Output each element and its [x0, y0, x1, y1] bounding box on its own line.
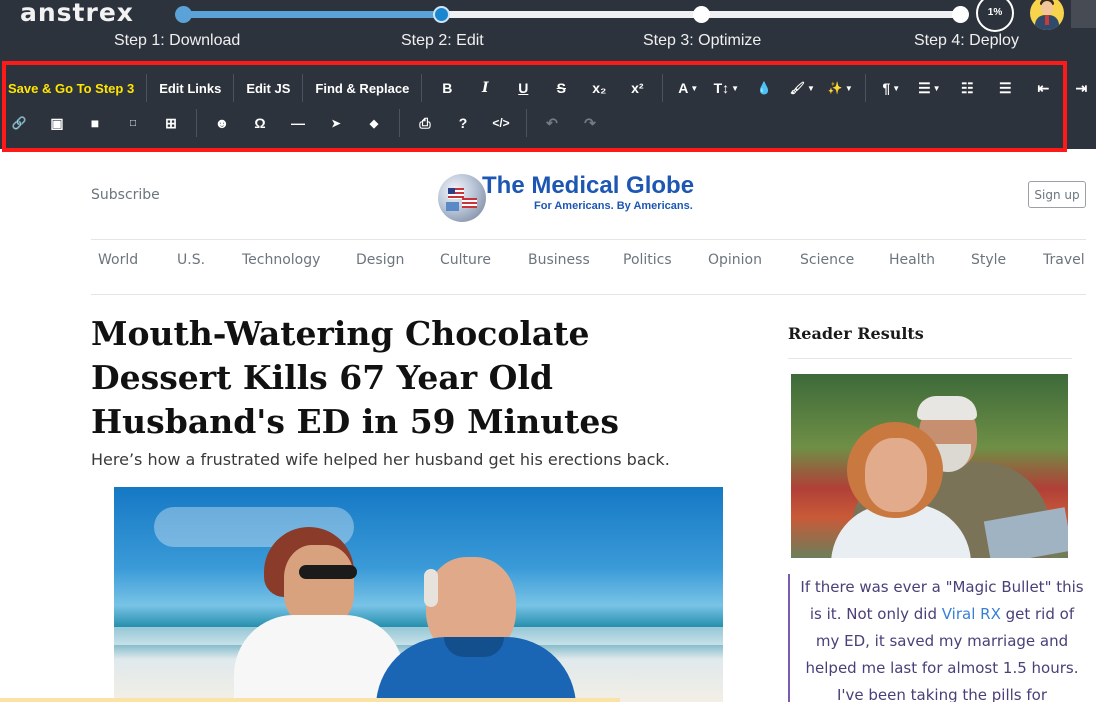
- step-progress-bar: anstrex Step 1: Download Step 2: Edit St…: [0, 0, 1096, 56]
- special-characters-icon[interactable]: Ω: [241, 108, 279, 138]
- site-logo[interactable]: The Medical Globe For Americans. By Amer…: [436, 172, 746, 224]
- step-2-label[interactable]: Step 2: Edit: [401, 32, 484, 50]
- article-headline: Mouth-Watering Chocolate Dessert Kills 6…: [91, 314, 619, 441]
- find-replace-button[interactable]: Find & Replace: [309, 73, 415, 103]
- superscript-icon[interactable]: x²: [618, 73, 656, 103]
- progress-percent-badge: 1%: [976, 0, 1014, 32]
- nav-item-us[interactable]: U.S.: [177, 252, 205, 268]
- paragraph-format-icon[interactable]: ¶ ▼: [872, 73, 910, 103]
- nav-item-science[interactable]: Science: [800, 252, 854, 268]
- toolbar-divider: [146, 74, 148, 102]
- save-and-continue-button[interactable]: Save & Go To Step 3: [0, 73, 140, 103]
- ordered-list-icon[interactable]: ☷: [948, 73, 986, 103]
- insert-video-icon[interactable]: ■: [76, 108, 114, 138]
- testimonial-quote: If there was ever a "Magic Bullet" this …: [788, 574, 1084, 702]
- insert-table-icon[interactable]: ⊞: [152, 108, 190, 138]
- nav-item-business[interactable]: Business: [528, 252, 590, 268]
- nav-item-technology[interactable]: Technology: [242, 252, 320, 268]
- logo-tagline: For Americans. By Americans.: [534, 200, 693, 212]
- step-1-dot[interactable]: [175, 6, 192, 23]
- toolbar-divider: [302, 74, 304, 102]
- sidebar-divider: [788, 358, 1072, 359]
- page-preview: Subscribe The Medical Globe For American…: [0, 152, 1096, 702]
- toolbar-row-1: Save & Go To Step 3 Edit Links Edit JS F…: [0, 72, 1096, 104]
- print-icon[interactable]: ⎙: [406, 108, 444, 138]
- subscript-icon[interactable]: x₂: [580, 73, 618, 103]
- background-color-icon[interactable]: 🖌 ▼: [783, 73, 821, 103]
- edit-links-button[interactable]: Edit Links: [153, 73, 227, 103]
- product-link[interactable]: Viral RX: [942, 605, 1001, 623]
- toolbar-divider: [662, 74, 664, 102]
- brand-logo: anstrex: [20, 0, 134, 27]
- insert-image-icon[interactable]: ▣: [38, 108, 76, 138]
- nav-item-world[interactable]: World: [98, 252, 138, 268]
- nav-item-style[interactable]: Style: [971, 252, 1006, 268]
- notification-strip: [0, 698, 620, 702]
- sign-up-button[interactable]: Sign up: [1028, 181, 1086, 208]
- nav-item-politics[interactable]: Politics: [623, 252, 672, 268]
- subscribe-link[interactable]: Subscribe: [91, 187, 160, 203]
- reader-results-photo: [791, 374, 1068, 558]
- toolbar-divider: [865, 74, 867, 102]
- emoticons-icon[interactable]: ☻: [203, 108, 241, 138]
- step-3-label[interactable]: Step 3: Optimize: [643, 32, 761, 50]
- unordered-list-icon[interactable]: ☰: [986, 73, 1024, 103]
- outdent-icon[interactable]: ⇤: [1024, 73, 1062, 103]
- step-2-dot[interactable]: [433, 6, 450, 23]
- horizontal-line-icon[interactable]: —: [279, 108, 317, 138]
- indent-icon[interactable]: ⇥: [1062, 73, 1096, 103]
- redo-icon[interactable]: ↷: [571, 108, 609, 138]
- undo-icon[interactable]: ↶: [533, 108, 571, 138]
- menu-edge: [1071, 0, 1096, 28]
- help-icon[interactable]: ?: [444, 108, 482, 138]
- step-4-dot[interactable]: [952, 6, 969, 23]
- strikethrough-icon[interactable]: S: [542, 73, 580, 103]
- code-view-icon[interactable]: </>: [482, 108, 520, 138]
- insert-file-icon[interactable]: □: [114, 108, 152, 138]
- align-icon[interactable]: ☰ ▼: [910, 73, 948, 103]
- toolbar-divider: [399, 109, 400, 137]
- text-color-icon[interactable]: 💧: [745, 73, 783, 103]
- step-3-dot[interactable]: [693, 6, 710, 23]
- nav-divider: [91, 294, 1086, 295]
- step-1-label[interactable]: Step 1: Download: [114, 32, 240, 50]
- toolbar-divider: [526, 109, 527, 137]
- sidebar-heading: Reader Results: [788, 324, 924, 343]
- step-4-label[interactable]: Step 4: Deploy: [914, 32, 1019, 50]
- inline-style-icon[interactable]: ✨ ▼: [821, 73, 859, 103]
- toolbar-divider: [421, 74, 423, 102]
- article-hero-image: [114, 487, 723, 702]
- edit-js-button[interactable]: Edit JS: [240, 73, 296, 103]
- bold-icon[interactable]: B: [428, 73, 466, 103]
- category-nav: World U.S. Technology Design Culture Bus…: [91, 252, 1091, 272]
- font-family-icon[interactable]: A ▼: [669, 73, 707, 103]
- toolbar-divider: [233, 74, 235, 102]
- header-divider: [91, 239, 1086, 240]
- toolbar-divider: [196, 109, 197, 137]
- nav-item-health[interactable]: Health: [889, 252, 935, 268]
- user-avatar-icon[interactable]: [1030, 0, 1064, 30]
- logo-title: The Medical Globe: [482, 172, 695, 199]
- nav-item-travel[interactable]: Travel: [1043, 252, 1085, 268]
- nav-item-culture[interactable]: Culture: [440, 252, 491, 268]
- clear-formatting-icon[interactable]: ◆: [355, 108, 393, 138]
- font-size-icon[interactable]: T↕ ▼: [707, 73, 745, 103]
- progress-fill: [183, 11, 443, 18]
- insert-link-icon[interactable]: 🔗: [0, 108, 38, 138]
- globe-icon: [438, 174, 486, 222]
- toolbar-row-2: 🔗 ▣ ■ □ ⊞ ☻ Ω — ➤ ◆ ⎙ ? </> ↶ ↷: [0, 107, 609, 139]
- italic-icon[interactable]: I: [466, 73, 504, 103]
- article-subheading: Here’s how a frustrated wife helped her …: [91, 450, 670, 469]
- nav-item-design[interactable]: Design: [356, 252, 404, 268]
- select-all-icon[interactable]: ➤: [317, 108, 355, 138]
- nav-item-opinion[interactable]: Opinion: [708, 252, 762, 268]
- underline-icon[interactable]: U: [504, 73, 542, 103]
